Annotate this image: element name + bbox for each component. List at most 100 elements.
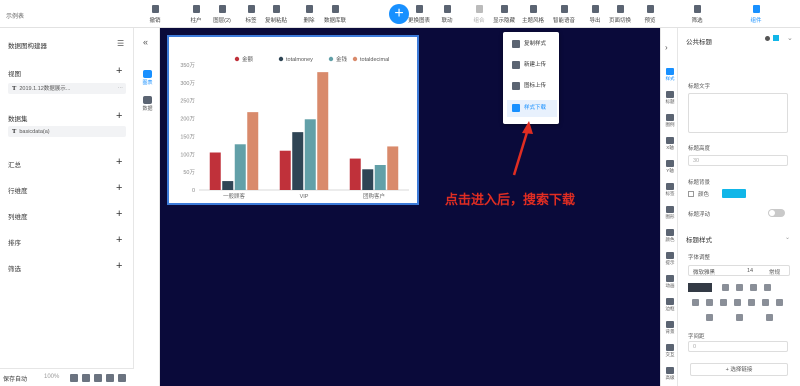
right-nav-item[interactable]: 图例 (664, 114, 676, 128)
title-height-input[interactable]: 30 (688, 155, 788, 166)
toolbar-switch-chart-button[interactable]: 更换图表 (406, 4, 432, 24)
subscript-icon[interactable] (762, 299, 769, 306)
toolbar-microphone-button[interactable]: 智能语音 (551, 4, 577, 24)
chevron-down-icon[interactable]: ⌄ (787, 34, 793, 42)
font-controls[interactable]: 微软雅黑 14 常规 (688, 265, 790, 276)
valign-top-icon[interactable] (706, 314, 713, 321)
toolbar-link-button[interactable]: 联动 (434, 4, 460, 24)
right-nav-item[interactable]: 图形 (664, 206, 676, 220)
clear-format-icon[interactable] (776, 299, 783, 306)
toolbar-user-button[interactable]: 柱户 (183, 4, 209, 24)
add-summary-button[interactable]: + (116, 157, 122, 168)
theme-dot-icon[interactable] (765, 36, 770, 41)
menu-item-copy-style[interactable]: 复制样式 (507, 36, 557, 53)
dataset-field-pill[interactable]: Tbasicdata(a) (8, 126, 126, 137)
valign-bottom-icon[interactable] (766, 314, 773, 321)
toolbar-layers-button[interactable]: 图层(2) (209, 4, 235, 24)
align-justify-icon[interactable] (734, 299, 741, 306)
toolbar-filter-button[interactable]: 筛选 (684, 4, 710, 24)
app-title: 示例表 (6, 14, 25, 20)
italic-icon[interactable] (736, 284, 743, 291)
autosave-label[interactable]: 保存自动 (3, 374, 27, 383)
right-nav-label: 提示 (665, 260, 675, 265)
right-nav-item[interactable]: 边框 (664, 298, 676, 312)
bar (304, 119, 316, 190)
title-height-label: 标题高度 (688, 146, 711, 152)
align-right-icon[interactable] (720, 299, 727, 306)
font-weight-select[interactable]: 常规 (769, 268, 780, 276)
section-view: 视图 (8, 71, 21, 78)
toolbar-component-button[interactable]: 组件 (743, 4, 769, 24)
right-nav-item[interactable]: 高级 (664, 367, 676, 381)
superscript-icon[interactable] (748, 299, 755, 306)
nav-chart[interactable]: 图表 (141, 70, 154, 86)
legend-label: 金钱 (336, 55, 348, 63)
add-filter-button[interactable]: + (116, 261, 122, 272)
toolbar-database-button[interactable]: 数据库联 (322, 4, 348, 24)
view-field-pill[interactable]: T 2019.1.12数据展示... ··· (8, 83, 126, 94)
font-family-select[interactable]: 微软雅黑 (693, 268, 715, 276)
copy-icon (271, 4, 282, 14)
align-left-icon[interactable] (692, 299, 699, 306)
theme-color-swatch[interactable] (773, 35, 779, 41)
toolbar-page-button[interactable]: 页面切换 (607, 4, 633, 24)
add-sort-button[interactable]: + (116, 235, 122, 246)
right-nav-item[interactable]: 背景 (664, 321, 676, 335)
right-nav-item[interactable]: Y轴 (664, 160, 676, 174)
bg-color-checkbox[interactable] (688, 191, 694, 197)
right-nav-item[interactable]: 标签 (664, 183, 676, 197)
title-text-input[interactable] (688, 93, 788, 133)
right-nav-item[interactable]: 样式 (664, 68, 676, 82)
plus-circle-icon (512, 61, 520, 69)
right-nav-item[interactable]: 交互 (664, 344, 676, 358)
toolbar-copy-button[interactable]: 复制粘贴 (263, 4, 289, 24)
spacing-input[interactable]: 0 (688, 341, 788, 352)
toolbar-theme-button[interactable]: 主题风格 (520, 4, 546, 24)
add-view-button[interactable]: + (116, 66, 122, 77)
bg-color-swatch[interactable] (722, 189, 746, 198)
right-nav-item[interactable]: X轴 (664, 137, 676, 151)
add-component-button[interactable]: + (389, 4, 409, 24)
align-center-icon[interactable] (706, 299, 713, 306)
toolbar-group-button[interactable]: 组合 (466, 4, 492, 24)
toolbar-eye-button[interactable]: 显示隐藏 (491, 4, 517, 24)
layers-icon[interactable] (82, 374, 90, 382)
more-icon[interactable]: ··· (118, 83, 124, 94)
toolbar-label: 组件 (750, 18, 762, 24)
zoom-value[interactable]: 100% (44, 374, 59, 380)
strikethrough-icon[interactable] (764, 284, 771, 291)
right-nav-item[interactable]: 动画 (664, 275, 676, 289)
chevron-down-icon[interactable]: ⌄ (785, 234, 790, 241)
valign-middle-icon[interactable] (736, 314, 743, 321)
font-size-select[interactable]: 14 (747, 268, 753, 274)
toolbar-tag-button[interactable]: 标签 (238, 4, 264, 24)
toolbar-undo-button[interactable]: 撤销 (142, 4, 168, 24)
toolbar-trash-button[interactable]: 删除 (296, 4, 322, 24)
right-nav-item[interactable]: 提示 (664, 252, 676, 266)
select-link-button[interactable]: + 选择链接 (690, 363, 788, 376)
toolbar-export-button[interactable]: 导出 (582, 4, 608, 24)
menu-item-new-upload[interactable]: 新建上传 (507, 57, 557, 74)
bold-icon[interactable] (722, 284, 729, 291)
bar-chart: 0 50万 100万 150万 200万 250万 300万 350万一般顾客 VIP 团购客户 金… (180, 55, 409, 200)
fit-icon[interactable] (70, 374, 78, 382)
menu-item-icon-upload[interactable]: 图标上传 (507, 78, 557, 95)
add-column-dimension-button[interactable]: + (116, 209, 122, 220)
panel-title: 公共标题 (686, 39, 712, 46)
right-nav-item[interactable]: 标题 (664, 91, 676, 105)
collapse-icon[interactable]: « (143, 37, 148, 47)
refresh-icon[interactable] (118, 374, 126, 382)
nav-data[interactable]: 数据 (141, 96, 154, 112)
title-float-toggle[interactable] (768, 209, 785, 217)
collapse-right-icon[interactable]: › (665, 43, 668, 52)
right-nav-item[interactable]: 颜色 (664, 229, 676, 243)
settings-icon[interactable]: ☰ (117, 39, 124, 48)
add-dataset-button[interactable]: + (116, 111, 122, 122)
underline-icon[interactable] (750, 284, 757, 291)
shuffle-icon[interactable] (106, 374, 114, 382)
nav-icon (666, 367, 674, 374)
add-row-dimension-button[interactable]: + (116, 183, 122, 194)
trash-icon[interactable] (94, 374, 102, 382)
toolbar-preview-button[interactable]: 预览 (637, 4, 663, 24)
bar-chart-widget[interactable]: 0 50万 100万 150万 200万 250万 300万 350万 一般顾客 VIP 团购客户 金… (167, 35, 419, 205)
